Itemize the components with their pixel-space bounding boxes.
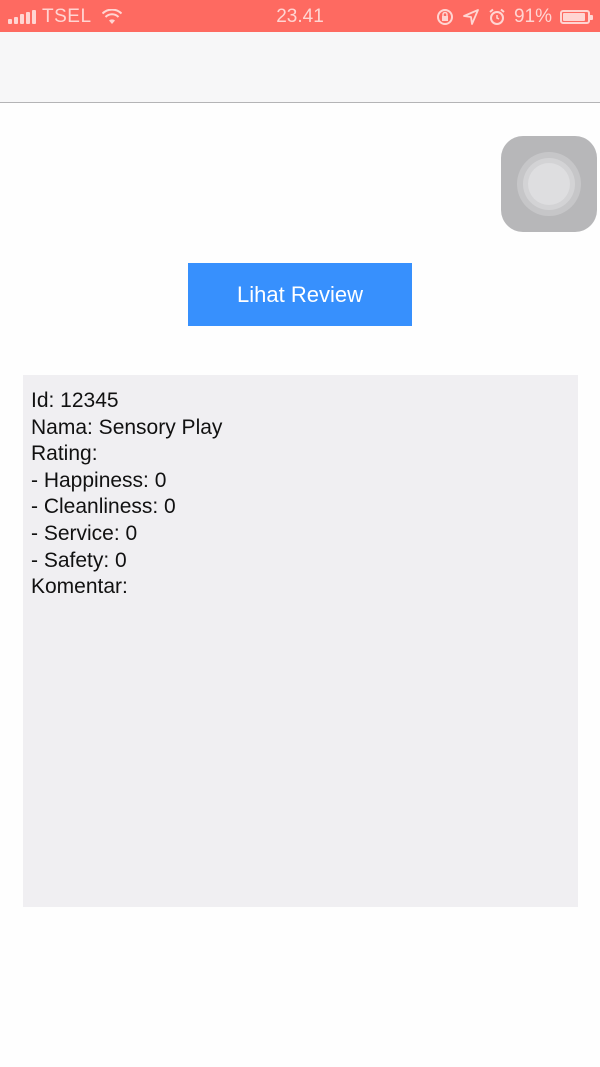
screen-lock-icon	[436, 9, 453, 25]
navigation-bar	[0, 32, 600, 103]
location-icon	[463, 9, 479, 25]
battery-level-fill	[563, 13, 585, 21]
assistive-touch-icon	[528, 163, 570, 205]
detail-cleanliness: - Cleanliness: 0	[31, 495, 176, 519]
status-bar: TSEL 23.41 91%	[0, 0, 600, 32]
detail-comment-label: Komentar:	[31, 575, 128, 599]
signal-icon	[8, 10, 36, 24]
carrier-name: TSEL	[42, 6, 92, 27]
detail-safety: - Safety: 0	[31, 548, 127, 572]
detail-service: - Service: 0	[31, 521, 138, 545]
wifi-icon	[101, 9, 122, 24]
view-review-button[interactable]: Lihat Review	[188, 263, 412, 326]
assistive-touch-button[interactable]	[501, 136, 597, 232]
battery-percent: 91%	[513, 6, 552, 27]
alarm-icon	[489, 8, 505, 25]
status-left: TSEL	[8, 6, 122, 28]
review-details-box: Id: 12345 Nama: Sensory Play Rating: - H…	[23, 375, 578, 907]
detail-name: Nama: Sensory Play	[31, 415, 223, 439]
detail-rating-heading: Rating:	[31, 442, 98, 466]
detail-id: Id: 12345	[31, 389, 119, 412]
battery-icon	[560, 10, 593, 24]
status-right: 91%	[436, 6, 593, 28]
detail-happiness: - Happiness: 0	[31, 468, 167, 492]
